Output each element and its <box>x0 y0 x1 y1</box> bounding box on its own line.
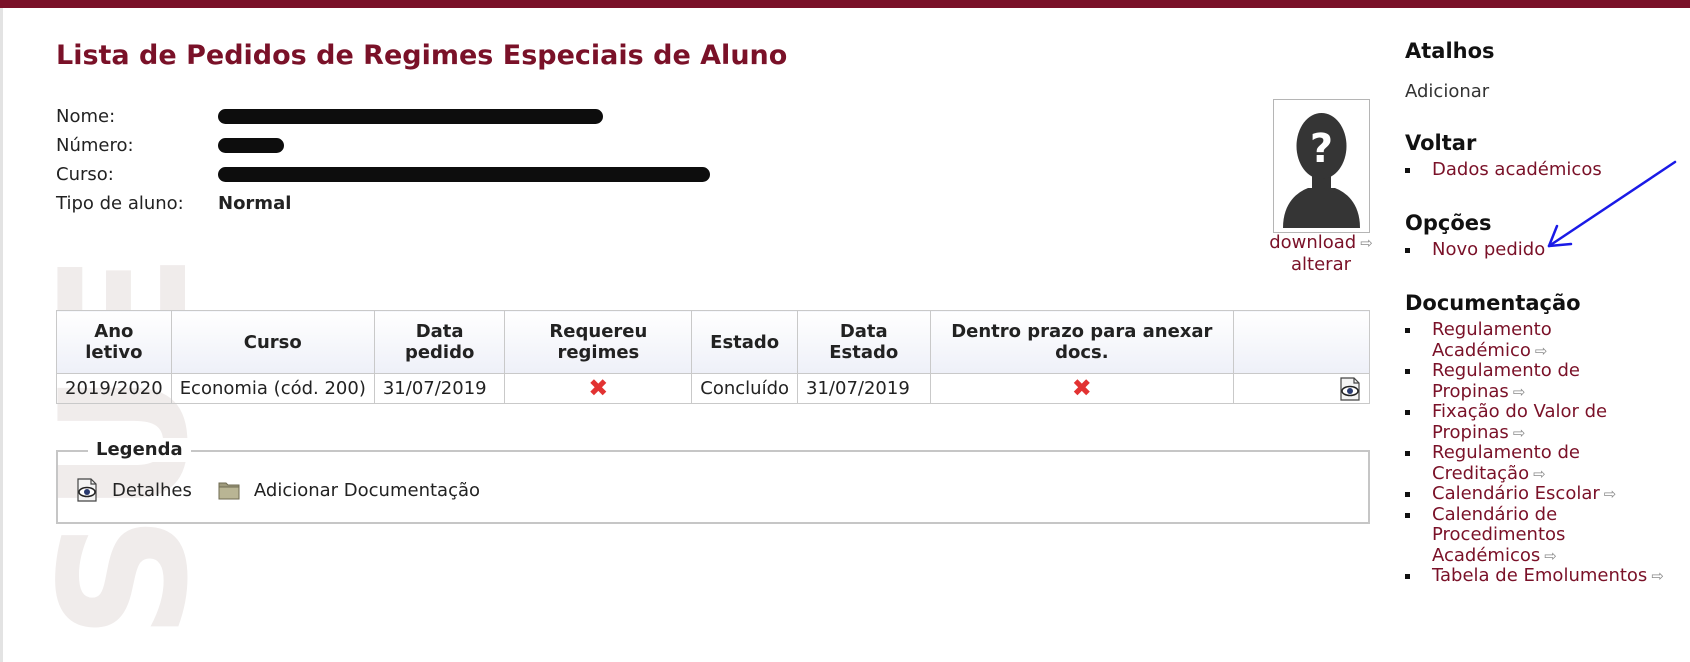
svg-text:?: ? <box>1310 126 1333 172</box>
doc-link-calendario-escolar[interactable]: Calendário Escolar <box>1432 483 1600 504</box>
eye-document-icon[interactable] <box>1339 376 1361 401</box>
external-link-icon: ⇨ <box>1534 341 1548 360</box>
redacted-name <box>218 109 603 124</box>
col-actions <box>1233 310 1370 374</box>
legend-add-docs-label: Adicionar Documentação <box>253 479 481 501</box>
cell-data-pedido: 31/07/2019 <box>373 373 506 404</box>
left-edge-border <box>0 8 3 662</box>
photo-links: download ⇨ alterar <box>1246 232 1396 276</box>
sidebar-documentacao-title: Documentação <box>1405 291 1581 315</box>
sidebar-documentacao-list: Regulamento Académico ⇨ Regulamento de Pr… <box>1405 319 1690 587</box>
col-curso[interactable]: Curso <box>170 310 375 374</box>
list-item: Regulamento Académico ⇨ <box>1405 319 1620 361</box>
student-number-label: Número: <box>56 135 134 156</box>
cell-estado: Concluído <box>691 373 799 404</box>
legend-box: Legenda Detalhes Adicionar Documentação <box>56 438 1370 524</box>
external-link-icon: ⇨ <box>1544 546 1557 565</box>
photo-change-link[interactable]: alterar <box>1291 254 1351 275</box>
external-link-icon: ⇨ <box>1360 234 1373 252</box>
list-item: Calendário Escolar ⇨ <box>1405 483 1620 505</box>
student-name-row: Nome: <box>56 102 710 131</box>
student-course-label: Curso: <box>56 164 114 185</box>
sidebar-atalhos-add[interactable]: Adicionar <box>1405 81 1690 102</box>
sidebar: Atalhos Adicionar Voltar Dados académico… <box>1405 38 1690 587</box>
doc-link-tabela-emolumentos[interactable]: Tabela de Emolumentos <box>1432 565 1647 586</box>
doc-link-regulamento-academico[interactable]: Regulamento Académico <box>1432 319 1552 361</box>
table-header-row: Ano letivo Curso Data pedido Requereu re… <box>56 310 1370 374</box>
col-ano-letivo[interactable]: Ano letivo <box>56 310 172 374</box>
x-mark-icon: ✖ <box>1071 374 1092 402</box>
col-data-pedido[interactable]: Data pedido <box>373 310 506 374</box>
external-link-icon: ⇨ <box>1512 423 1526 442</box>
col-dentro-prazo[interactable]: Dentro prazo para anexar docs. <box>929 310 1235 374</box>
list-item: Calendário de Procedimentos Académicos ⇨ <box>1405 504 1620 567</box>
cell-actions <box>1233 373 1370 404</box>
eye-document-icon <box>77 478 97 502</box>
person-silhouette-icon: ? <box>1278 104 1365 228</box>
student-name-label: Nome: <box>56 106 116 127</box>
folder-icon <box>218 482 240 500</box>
doc-link-regulamento-propinas[interactable]: Regulamento de Propinas <box>1432 360 1580 402</box>
external-link-icon: ⇨ <box>1603 485 1617 503</box>
list-item: Tabela de Emolumentos ⇨ <box>1405 565 1690 587</box>
cell-ano-letivo: 2019/2020 <box>56 373 172 404</box>
cell-dentro-prazo: ✖ <box>929 373 1235 404</box>
student-photo: ? <box>1273 99 1370 233</box>
external-link-icon: ⇨ <box>1512 382 1526 401</box>
legend-title: Legenda <box>88 438 191 462</box>
cell-data-estado: 31/07/2019 <box>797 373 931 404</box>
photo-download-link[interactable]: download <box>1269 232 1356 253</box>
legend-details-label: Detalhes <box>112 479 192 501</box>
sidebar-voltar-title: Voltar <box>1405 131 1477 155</box>
legend-item-add-docs: Adicionar Documentação <box>218 480 480 501</box>
legend-items: Detalhes Adicionar Documentação <box>76 478 506 502</box>
student-type-label: Tipo de aluno: <box>56 193 184 214</box>
list-item: Regulamento de Creditação ⇨ <box>1405 442 1620 484</box>
top-accent-bar <box>0 0 1690 8</box>
external-link-icon: ⇨ <box>1651 567 1664 585</box>
col-estado[interactable]: Estado <box>691 310 799 374</box>
sidebar-atalhos-title: Atalhos <box>1405 39 1495 63</box>
requests-table: Ano letivo Curso Data pedido Requereu re… <box>56 310 1370 404</box>
cell-curso: Economia (cód. 200) <box>170 373 375 404</box>
list-item: Regulamento de Propinas ⇨ <box>1405 360 1620 402</box>
legend-item-details: Detalhes <box>76 478 192 502</box>
cell-requereu-regimes: ✖ <box>504 373 693 404</box>
student-course-row: Curso: <box>56 160 710 189</box>
doc-link-regulamento-creditacao[interactable]: Regulamento de Creditação <box>1432 442 1580 484</box>
redacted-course <box>218 167 710 182</box>
main-content: Lista de Pedidos de Regimes Especiais de… <box>56 40 1373 524</box>
col-data-estado[interactable]: Data Estado <box>797 310 931 374</box>
table-row: 2019/2020 Economia (cód. 200) 31/07/2019… <box>56 373 1370 404</box>
x-mark-icon: ✖ <box>588 374 609 402</box>
page-title: Lista de Pedidos de Regimes Especiais de… <box>56 40 788 71</box>
student-info: Nome: Número: Curso: Tipo de aluno: Norm… <box>56 102 710 218</box>
col-requereu-regimes[interactable]: Requereu regimes <box>504 310 693 374</box>
redacted-number <box>218 138 284 153</box>
student-number-row: Número: <box>56 131 710 160</box>
external-link-icon: ⇨ <box>1533 464 1546 483</box>
annotation-arrow-icon <box>1547 160 1677 248</box>
student-type-value: Normal <box>218 193 292 214</box>
student-type-row: Tipo de aluno: Normal <box>56 189 710 218</box>
list-item: Fixação do Valor de Propinas ⇨ <box>1405 401 1620 443</box>
sidebar-link-novo-pedido[interactable]: Novo pedido <box>1432 239 1545 260</box>
